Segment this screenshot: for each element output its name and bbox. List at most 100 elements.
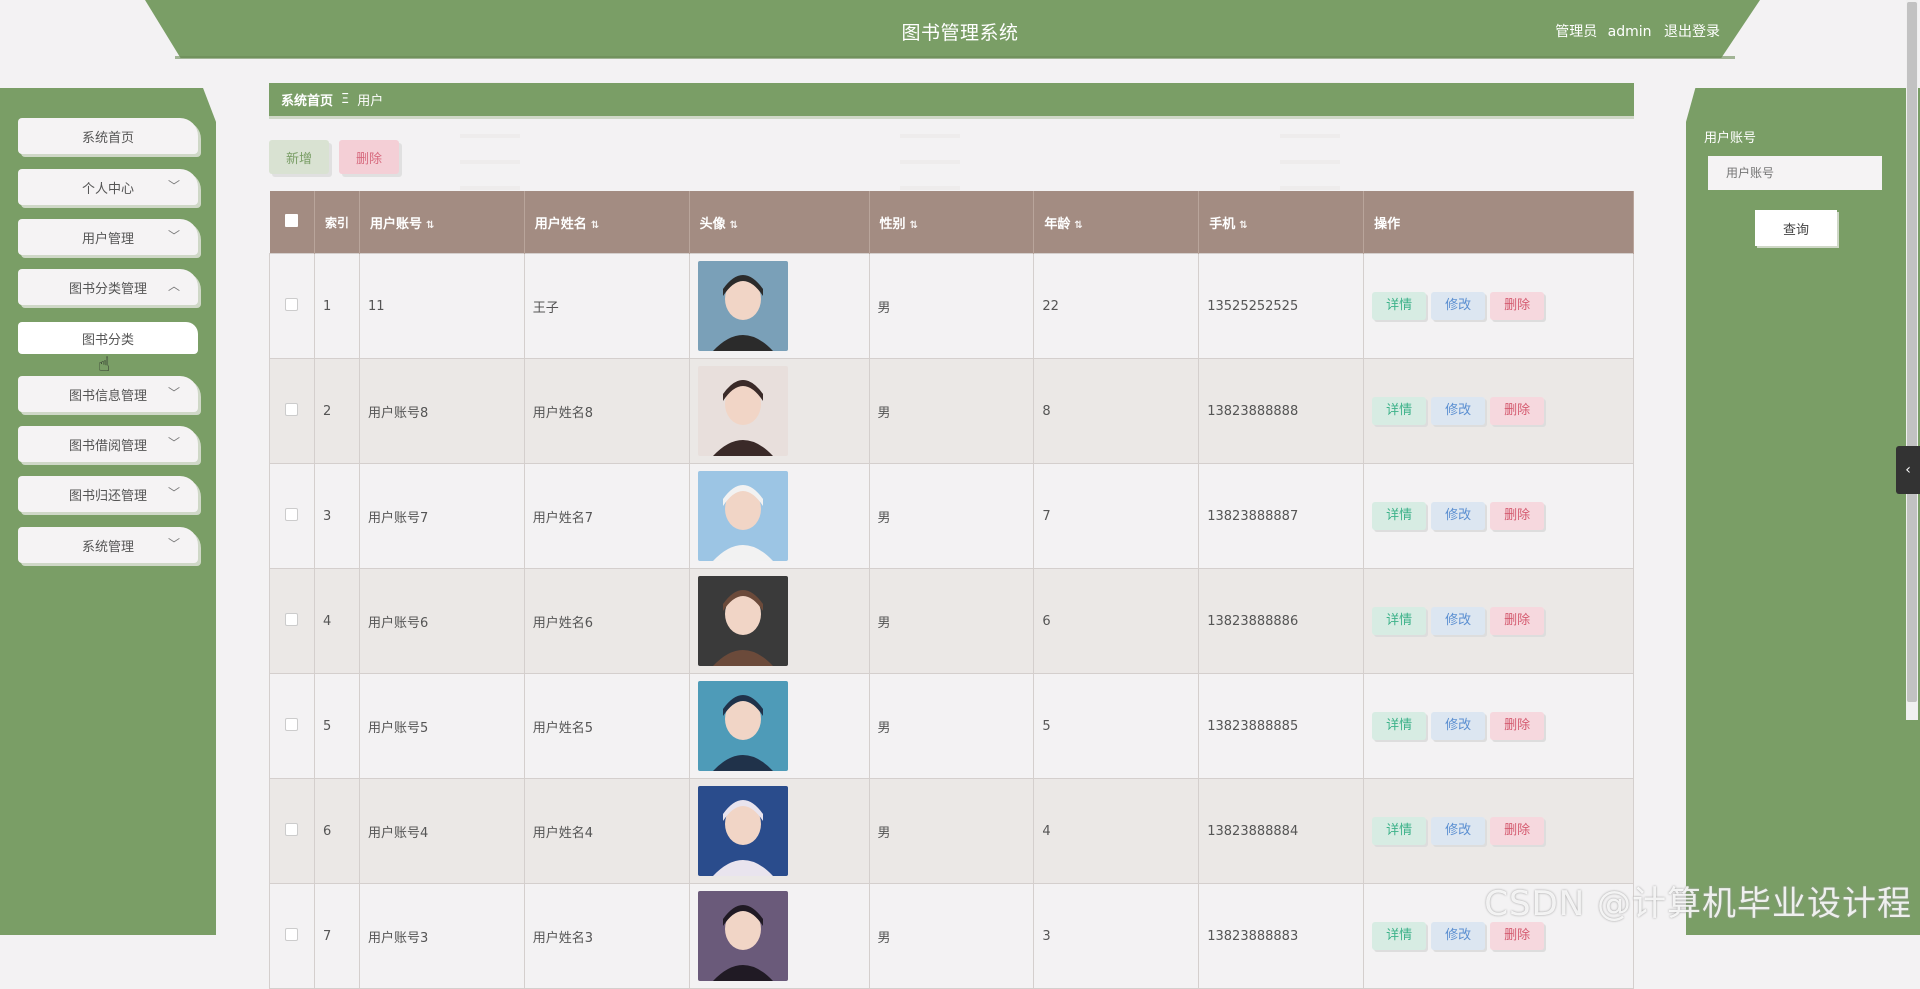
row-account: 用户账号8 bbox=[358, 358, 525, 464]
sidebar-item-book-category-management[interactable]: 图书分类管理 ︿ bbox=[18, 269, 198, 305]
column-header-label: 手机 bbox=[1209, 216, 1236, 232]
user-role: 管理员 bbox=[1555, 24, 1598, 40]
avatar bbox=[697, 366, 788, 456]
row-account: 用户账号3 bbox=[358, 883, 525, 989]
detail-button[interactable]: 详情 bbox=[1372, 607, 1427, 635]
column-header-avatar[interactable]: 头像 ⇅ bbox=[689, 191, 870, 254]
edit-button[interactable]: 修改 bbox=[1431, 817, 1486, 845]
edit-button[interactable]: 修改 bbox=[1431, 397, 1486, 425]
row-actions: 详情 修改 删除 bbox=[1363, 778, 1634, 884]
breadcrumb-home[interactable]: 系统首页 bbox=[281, 90, 333, 109]
row-name: 王子 bbox=[523, 253, 690, 359]
row-select-cell[interactable] bbox=[269, 778, 315, 884]
row-phone: 13525252525 bbox=[1198, 253, 1365, 359]
sort-icon[interactable]: ⇅ bbox=[730, 220, 738, 231]
delete-button[interactable]: 删除 bbox=[1490, 712, 1545, 740]
collapse-panel-tab[interactable]: ‹ bbox=[1896, 446, 1920, 494]
delete-button[interactable]: 删除 bbox=[1490, 292, 1545, 320]
search-input[interactable] bbox=[1708, 156, 1882, 190]
delete-button[interactable]: 删除 bbox=[1490, 502, 1545, 530]
chevron-down-icon: ﹀ bbox=[167, 436, 180, 450]
row-select-cell[interactable] bbox=[269, 673, 315, 779]
sort-icon[interactable]: ⇅ bbox=[591, 220, 599, 231]
sidebar-item-system-management[interactable]: 系统管理 ﹀ bbox=[18, 527, 198, 563]
sidebar-item-borrow-management[interactable]: 图书借阅管理 ﹀ bbox=[18, 426, 198, 462]
column-header-label: 用户姓名 bbox=[534, 216, 587, 232]
row-checkbox[interactable] bbox=[285, 927, 299, 941]
row-index: 3 bbox=[313, 463, 360, 569]
column-header-age[interactable]: 年龄 ⇅ bbox=[1033, 191, 1200, 254]
delete-button[interactable]: 删除 bbox=[1490, 817, 1545, 845]
sidebar-item-label: 图书分类 bbox=[81, 332, 134, 348]
edit-button[interactable]: 修改 bbox=[1431, 502, 1486, 530]
delete-button[interactable]: 删除 bbox=[1490, 397, 1545, 425]
sidebar-item-book-info-management[interactable]: 图书信息管理 ﹀ bbox=[18, 376, 198, 412]
row-select-cell[interactable] bbox=[269, 253, 315, 359]
sidebar-item-user-management[interactable]: 用户管理 ﹀ bbox=[18, 219, 198, 255]
sort-icon[interactable]: ⇅ bbox=[910, 220, 918, 231]
row-phone: 13823888884 bbox=[1198, 778, 1365, 884]
search-button[interactable]: 查询 bbox=[1755, 210, 1837, 246]
sidebar-subitem-book-category[interactable]: 图书分类 bbox=[18, 322, 198, 354]
row-checkbox[interactable] bbox=[285, 402, 299, 416]
select-all-cell[interactable] bbox=[269, 191, 315, 254]
row-phone: 13823888887 bbox=[1198, 463, 1365, 569]
sidebar-item-profile[interactable]: 个人中心 ﹀ bbox=[18, 169, 198, 205]
table-row: 5 用户账号5 用户姓名5 男 5 13823888885 详情 修改 删除 bbox=[269, 673, 1634, 779]
row-actions: 详情 修改 删除 bbox=[1363, 673, 1634, 779]
table-row: 6 用户账号4 用户姓名4 男 4 13823888884 详情 修改 删除 bbox=[269, 778, 1634, 884]
detail-button[interactable]: 详情 bbox=[1372, 922, 1427, 950]
sort-icon[interactable]: ⇅ bbox=[1239, 220, 1247, 231]
sidebar-item-label: 图书信息管理 bbox=[68, 388, 147, 404]
detail-button[interactable]: 详情 bbox=[1372, 712, 1427, 740]
row-checkbox[interactable] bbox=[285, 612, 299, 626]
row-select-cell[interactable] bbox=[269, 883, 315, 989]
sort-icon[interactable]: ⇅ bbox=[1074, 220, 1082, 231]
table-row: 2 用户账号8 用户姓名8 男 8 13823888888 详情 修改 删除 bbox=[269, 358, 1634, 464]
row-account: 用户账号4 bbox=[358, 778, 525, 884]
sort-icon[interactable]: ⇅ bbox=[426, 220, 434, 231]
search-label: 用户账号 bbox=[1704, 131, 1757, 146]
batch-delete-button[interactable]: 删除 bbox=[339, 140, 399, 174]
avatar bbox=[697, 261, 788, 351]
scrollbar-thumb[interactable] bbox=[1907, 2, 1917, 702]
row-actions: 详情 修改 删除 bbox=[1363, 253, 1634, 359]
row-name: 用户姓名3 bbox=[523, 883, 690, 989]
chevron-down-icon: ﹀ bbox=[167, 537, 180, 551]
detail-button[interactable]: 详情 bbox=[1372, 397, 1427, 425]
edit-button[interactable]: 修改 bbox=[1431, 712, 1486, 740]
detail-button[interactable]: 详情 bbox=[1372, 817, 1427, 845]
sidebar-item-label: 图书归还管理 bbox=[68, 488, 147, 504]
row-checkbox[interactable] bbox=[285, 297, 299, 311]
edit-button[interactable]: 修改 bbox=[1431, 292, 1486, 320]
edit-button[interactable]: 修改 bbox=[1431, 607, 1486, 635]
edit-button[interactable]: 修改 bbox=[1431, 922, 1486, 950]
column-header-account[interactable]: 用户账号 ⇅ bbox=[359, 191, 525, 254]
add-button[interactable]: 新增 bbox=[269, 140, 329, 174]
sidebar-item-return-management[interactable]: 图书归还管理 ﹀ bbox=[18, 476, 198, 512]
column-header-name[interactable]: 用户姓名 ⇅ bbox=[524, 191, 690, 254]
row-gender: 男 bbox=[868, 463, 1035, 569]
column-header-phone[interactable]: 手机 ⇅ bbox=[1198, 191, 1365, 254]
row-checkbox[interactable] bbox=[285, 822, 299, 836]
row-account: 用户账号6 bbox=[358, 568, 525, 674]
delete-button[interactable]: 删除 bbox=[1490, 922, 1545, 950]
row-select-cell[interactable] bbox=[269, 568, 315, 674]
sidebar-item-home[interactable]: 系统首页 bbox=[18, 118, 198, 154]
row-name: 用户姓名7 bbox=[523, 463, 690, 569]
logout-link[interactable]: 退出登录 bbox=[1664, 24, 1720, 40]
detail-button[interactable]: 详情 bbox=[1372, 502, 1427, 530]
select-all-checkbox[interactable] bbox=[285, 213, 299, 227]
row-checkbox[interactable] bbox=[285, 507, 299, 521]
row-select-cell[interactable] bbox=[269, 358, 315, 464]
row-avatar-cell bbox=[688, 883, 870, 989]
row-index: 5 bbox=[313, 673, 360, 779]
delete-button[interactable]: 删除 bbox=[1490, 607, 1545, 635]
row-select-cell[interactable] bbox=[269, 463, 315, 569]
row-name: 用户姓名6 bbox=[523, 568, 690, 674]
detail-button[interactable]: 详情 bbox=[1372, 292, 1427, 320]
row-checkbox[interactable] bbox=[285, 717, 299, 731]
sidebar-item-label: 个人中心 bbox=[81, 181, 134, 197]
row-avatar-cell bbox=[688, 673, 870, 779]
column-header-gender[interactable]: 性别 ⇅ bbox=[869, 191, 1035, 254]
